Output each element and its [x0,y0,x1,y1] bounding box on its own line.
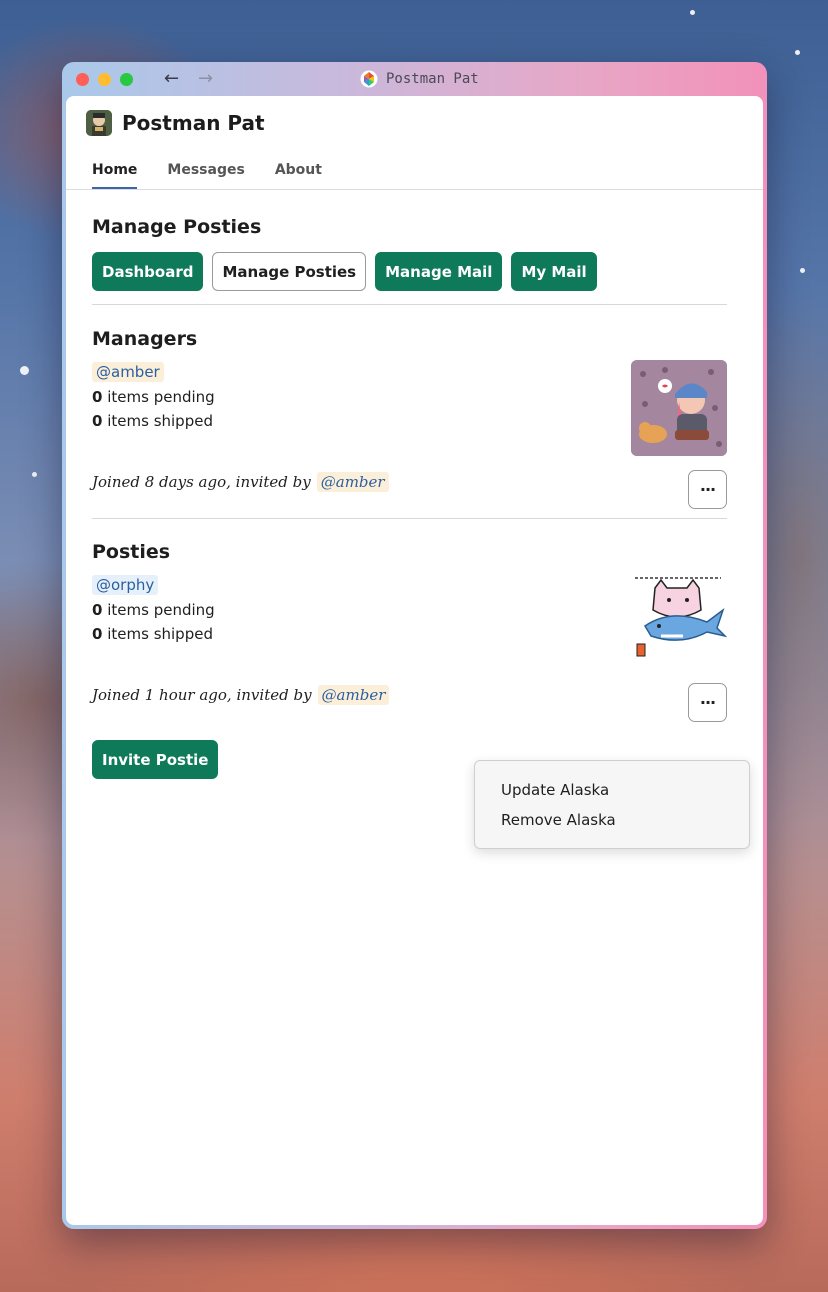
site-header: Postman Pat [86,110,265,136]
background-star [20,366,29,375]
window-title: Postman Pat [360,70,479,88]
manager-more-options-button[interactable]: ··· [688,470,727,509]
my-mail-button[interactable]: My Mail [511,252,597,291]
shipped-label: items shipped [107,412,213,430]
site-title[interactable]: Postman Pat [122,111,265,135]
pending-count: 0 [92,601,103,619]
pending-count: 0 [92,388,103,406]
postie-joined-text: Joined 1 hour ago, invited by @amber [92,685,390,705]
manager-pending-stat: 0 items pending [92,388,215,406]
shipped-label: items shipped [107,625,213,643]
arrow-right-icon[interactable]: → [198,67,213,91]
arrow-left-icon[interactable]: ← [164,67,179,91]
app-window: ← → Postman Pat Postman Pat Home Message… [62,62,767,1229]
invited-by-link[interactable]: @amber [316,472,389,492]
manager-joined-text: Joined 8 days ago, invited by @amber [92,472,389,492]
update-postie-menu-item[interactable]: Update Alaska [475,777,749,807]
postie-shipped-stat: 0 items shipped [92,625,213,643]
invite-postie-button[interactable]: Invite Postie [92,740,219,779]
section-divider [92,304,727,305]
pending-label: items pending [107,388,215,406]
postie-handle-link[interactable]: @orphy [92,575,159,595]
maximize-window-button[interactable] [120,73,133,86]
manage-button-row: Dashboard Manage Posties Manage Mail My … [92,252,597,291]
tabs-divider [66,189,763,190]
window-title-text: Postman Pat [386,71,479,87]
manager-shipped-stat: 0 items shipped [92,412,213,430]
dashboard-button[interactable]: Dashboard [92,252,204,291]
pending-label: items pending [107,601,215,619]
shipped-count: 0 [92,412,103,430]
manage-posties-button[interactable]: Manage Posties [212,252,367,291]
manager-avatar [631,360,727,456]
background-star [32,472,37,477]
postie-avatar [631,570,727,666]
manage-mail-button[interactable]: Manage Mail [375,252,503,291]
app-logo-icon [360,70,378,88]
joined-text: Joined 1 hour ago, invited by [92,686,312,704]
site-logo-avatar[interactable] [86,110,112,136]
postie-more-options-button[interactable]: ··· [688,683,727,722]
manager-handle-link[interactable]: @amber [92,362,164,382]
remove-postie-menu-item[interactable]: Remove Alaska [475,807,749,837]
invited-by-link[interactable]: @amber [317,685,390,705]
main-nav-tabs: Home Messages About [92,162,322,189]
page-title: Manage Posties [92,216,262,238]
posties-heading: Posties [92,541,171,563]
managers-heading: Managers [92,328,198,350]
tab-messages[interactable]: Messages [167,162,244,189]
close-window-button[interactable] [76,73,89,86]
shipped-count: 0 [92,625,103,643]
tab-about[interactable]: About [275,162,322,189]
background-star [690,10,695,15]
postie-options-menu: Update Alaska Remove Alaska [474,760,750,849]
title-bar: ← → Postman Pat [62,62,767,96]
postie-pending-stat: 0 items pending [92,601,215,619]
section-divider [92,518,727,519]
minimize-window-button[interactable] [98,73,111,86]
page-content: Postman Pat Home Messages About Manage P… [66,96,763,1225]
tab-home[interactable]: Home [92,162,138,189]
joined-text: Joined 8 days ago, invited by [92,473,311,491]
background-star [800,268,805,273]
background-star [795,50,800,55]
